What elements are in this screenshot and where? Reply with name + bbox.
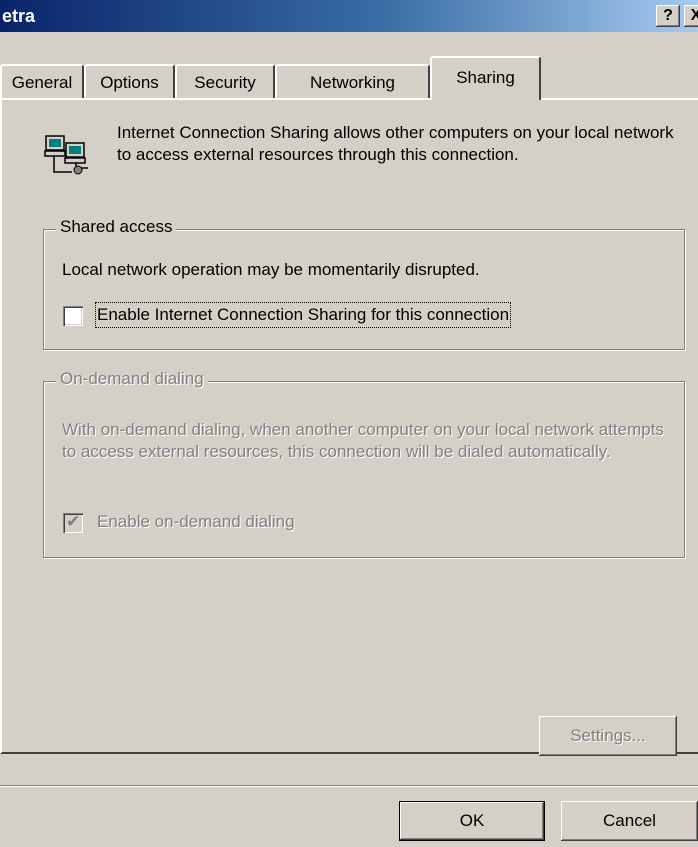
check-icon: ✔ <box>66 512 81 531</box>
disruption-note: Local network operation may be momentari… <box>62 260 480 279</box>
settings-button[interactable]: Settings... <box>539 716 677 756</box>
enable-ics-checkbox[interactable] <box>63 306 83 326</box>
enable-on-demand-checkbox[interactable]: ✔ <box>63 512 83 533</box>
sharing-description: Internet Connection Sharing allows other… <box>117 123 674 164</box>
window-title: etra <box>2 6 36 26</box>
cancel-button[interactable]: Cancel <box>561 801 698 841</box>
tab-general[interactable]: General <box>0 64 84 98</box>
tab-options[interactable]: Options <box>84 64 175 98</box>
tab-networking[interactable]: Networking <box>275 64 430 98</box>
on-demand-legend: On-demand dialing <box>56 368 208 390</box>
tab-sharing[interactable]: Sharing <box>430 56 541 100</box>
help-button[interactable]: ? <box>656 5 680 27</box>
enable-on-demand-label[interactable]: Enable on-demand dialing <box>97 511 295 533</box>
shared-access-legend: Shared access <box>56 216 177 238</box>
enable-ics-label[interactable]: Enable Internet Connection Sharing for t… <box>94 302 512 328</box>
shared-access-group <box>43 229 685 350</box>
tab-security[interactable]: Security <box>175 64 275 98</box>
network-computers-icon <box>44 135 88 175</box>
tab-strip: General Options Security Networking Shar… <box>0 56 698 100</box>
ok-button[interactable]: OK <box>399 801 545 841</box>
separator-highlight <box>0 786 698 787</box>
title-bar: etra ? X <box>0 0 698 32</box>
on-demand-description: With on-demand dialing, when another com… <box>62 420 664 461</box>
close-button[interactable]: X <box>684 5 698 27</box>
